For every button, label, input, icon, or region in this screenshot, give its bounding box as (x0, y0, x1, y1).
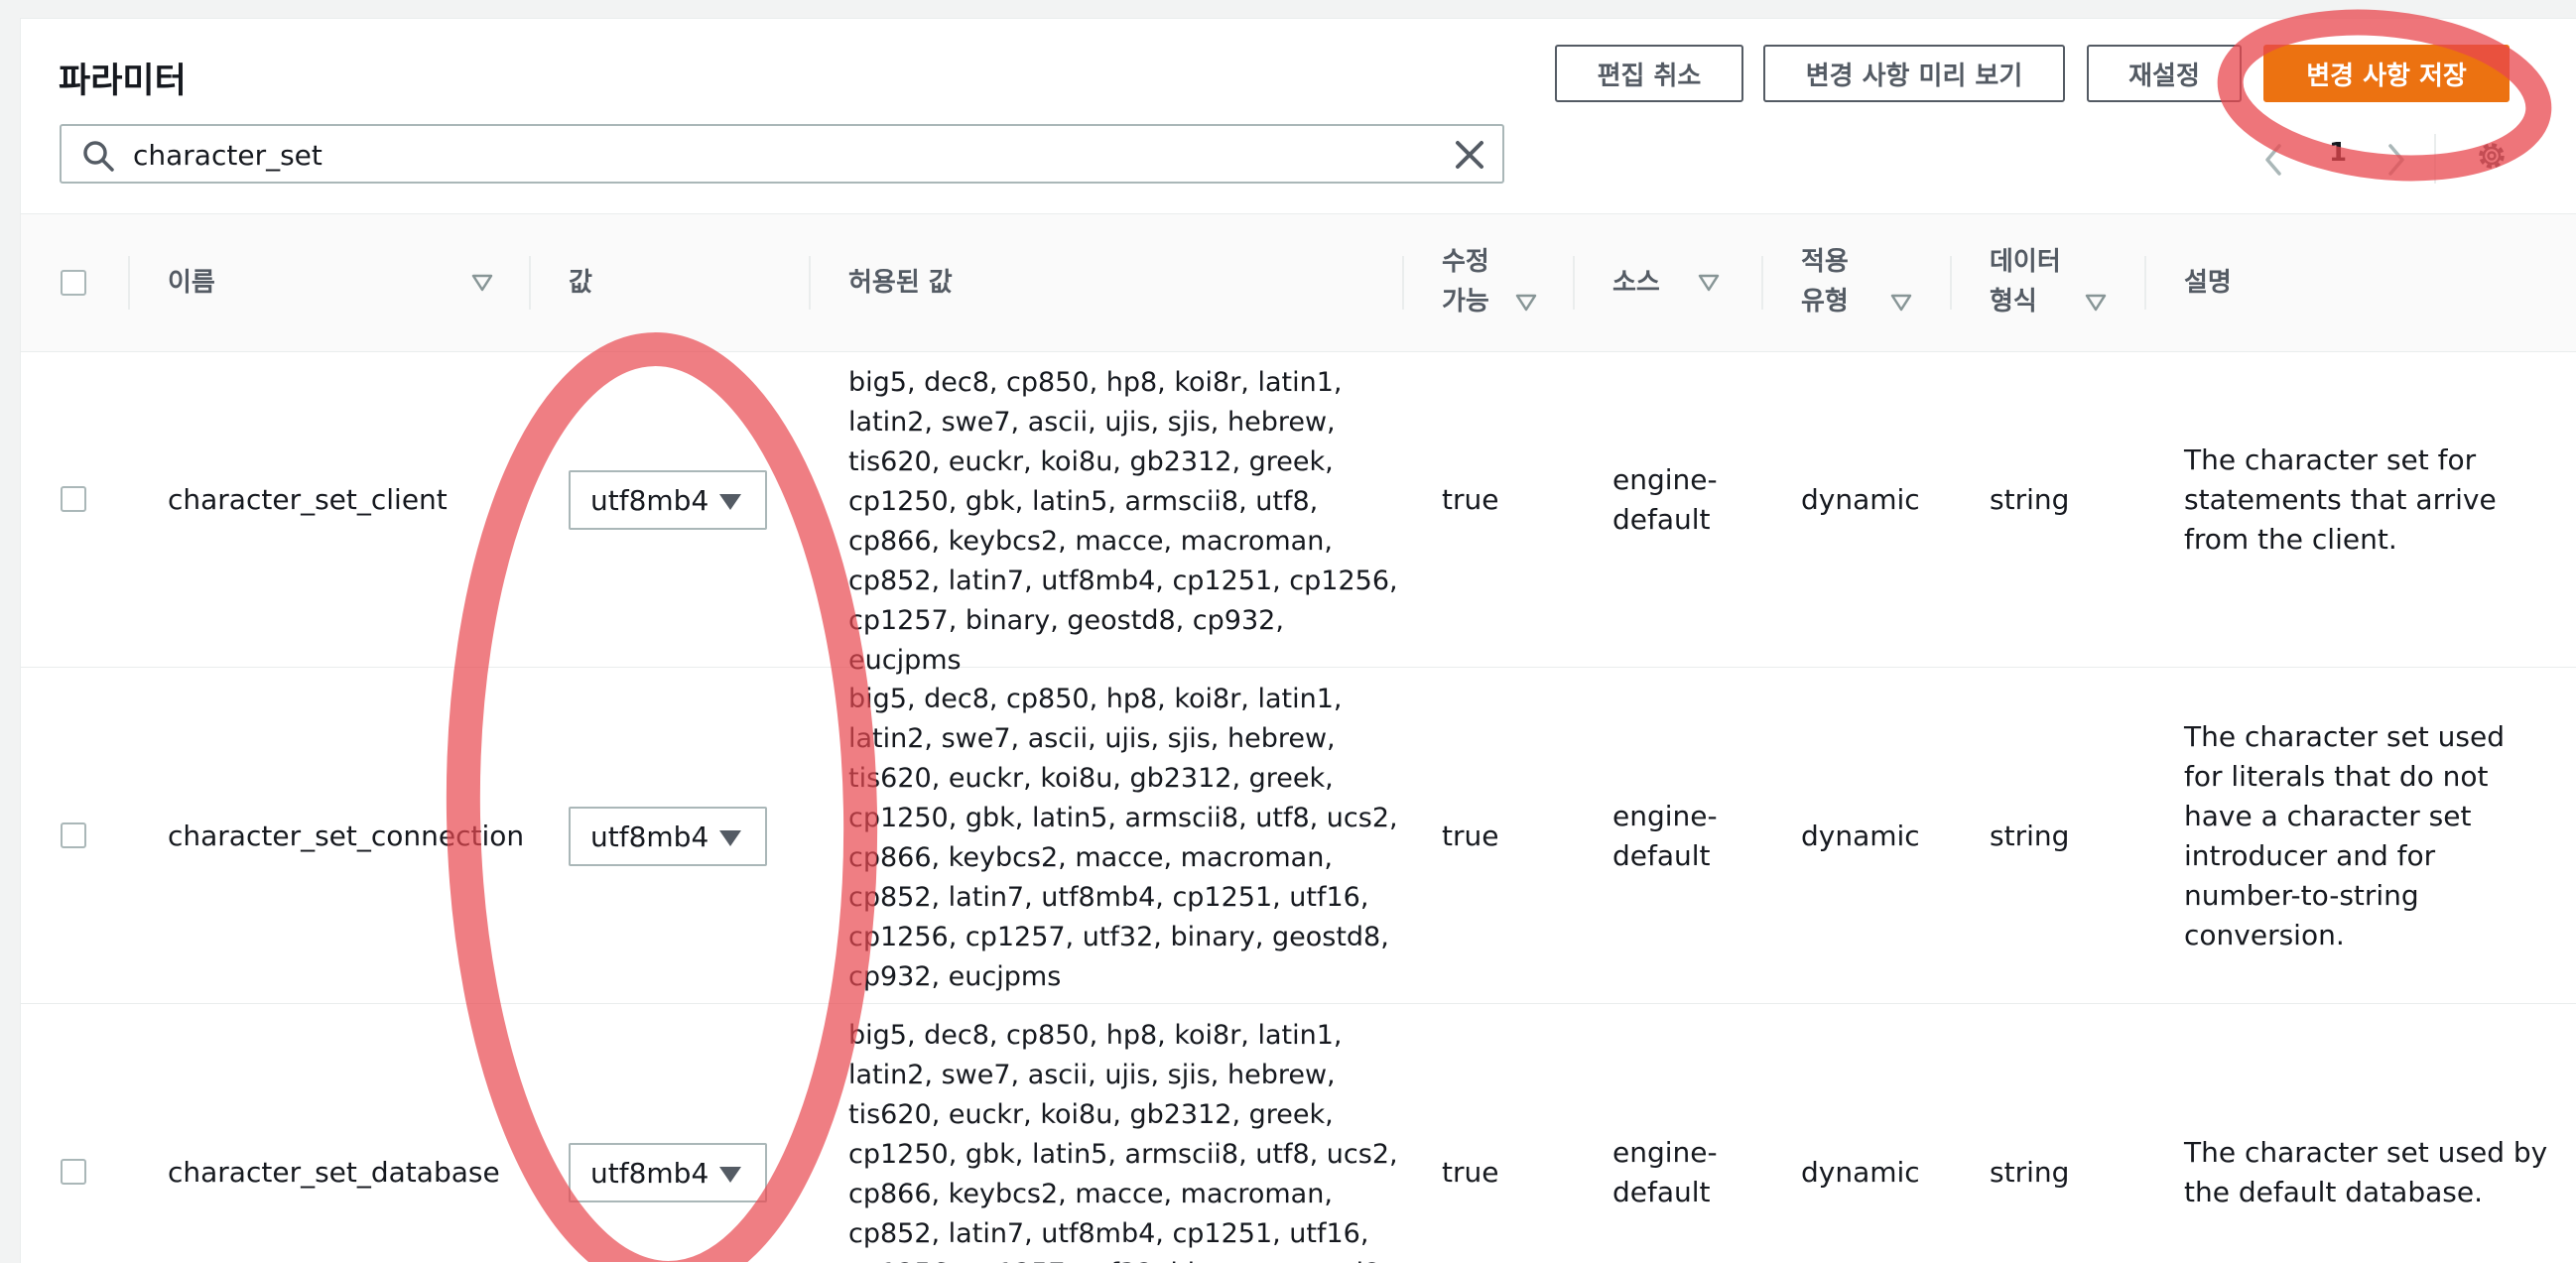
parameter-name: character_set_client (168, 483, 448, 516)
sort-icon[interactable] (2085, 294, 2107, 312)
row-checkbox[interactable] (61, 1159, 86, 1185)
description-text: The character set used by the default da… (2184, 1136, 2548, 1208)
table-row: character_set_client utf8mb4 big5, dec8,… (21, 351, 2576, 676)
select-all-checkbox[interactable] (61, 270, 86, 296)
preview-changes-button[interactable]: 변경 사항 미리 보기 (1763, 45, 2065, 102)
chevron-left-icon[interactable] (2263, 142, 2283, 178)
data-type-value: string (1990, 820, 2070, 852)
search-icon (83, 141, 114, 172)
table-row: character_set_connection utf8mb4 big5, d… (21, 668, 2576, 1004)
column-header-value: 값 (569, 268, 592, 298)
dropdown-caret-icon (719, 1167, 741, 1183)
sort-icon[interactable] (1698, 274, 1720, 292)
value-select-text: utf8mb4 (590, 483, 709, 517)
row-checkbox[interactable] (61, 822, 86, 848)
column-divider (1402, 256, 1404, 310)
sort-icon[interactable] (1890, 294, 1912, 312)
description-text: The character set used for literals that… (2184, 720, 2505, 951)
column-header-name[interactable]: 이름 (168, 263, 215, 303)
value-select-text: utf8mb4 (590, 820, 709, 853)
value-select[interactable]: utf8mb4 (569, 807, 767, 866)
page-title: 파라미터 (59, 62, 187, 101)
apply-type-value: dynamic (1801, 1156, 1920, 1189)
column-header-modifiable-line1[interactable]: 수정 (1442, 242, 1489, 282)
dropdown-caret-icon (719, 494, 741, 510)
column-divider (2144, 256, 2146, 310)
column-header-data-type-line1[interactable]: 데이터 (1990, 242, 2061, 282)
column-divider (809, 256, 811, 310)
apply-type-value: dynamic (1801, 820, 1920, 852)
page-number[interactable]: 1 (2329, 138, 2347, 168)
search-field (60, 124, 1504, 184)
source-value-line1: engine- (1612, 800, 1718, 832)
row-checkbox[interactable] (61, 486, 86, 512)
column-divider (1950, 256, 1952, 310)
parameter-name: character_set_database (168, 1156, 500, 1189)
modifiable-value: true (1442, 1156, 1499, 1189)
search-input[interactable] (131, 130, 1405, 180)
source-value-line2: default (1612, 503, 1711, 536)
reset-button[interactable]: 재설정 (2087, 45, 2242, 102)
dropdown-caret-icon (719, 830, 741, 846)
description-text: The character set for statements that ar… (2184, 443, 2497, 556)
cancel-edit-button[interactable]: 편집 취소 (1555, 45, 1743, 102)
value-select[interactable]: utf8mb4 (569, 470, 767, 530)
clear-icon[interactable] (1453, 138, 1486, 172)
allowed-values: big5, dec8, cp850, hp8, koi8r, latin1, l… (848, 367, 1398, 676)
save-changes-button[interactable]: 변경 사항 저장 (2263, 45, 2510, 102)
modifiable-value: true (1442, 820, 1499, 852)
column-divider (529, 256, 531, 310)
source-value-line1: engine- (1612, 463, 1718, 496)
column-header-description: 설명 (2184, 268, 2232, 298)
column-header-data-type-line2[interactable]: 형식 (1990, 282, 2037, 321)
source-value-line2: default (1612, 1176, 1711, 1208)
column-header-source[interactable]: 소스 (1612, 263, 1660, 303)
parameters-panel: 파라미터 편집 취소 변경 사항 미리 보기 재설정 변경 사항 저장 1 이름… (20, 18, 2576, 1263)
column-divider (1761, 256, 1763, 310)
allowed-values: big5, dec8, cp850, hp8, koi8r, latin1, l… (848, 1020, 1398, 1263)
allowed-values: big5, dec8, cp850, hp8, koi8r, latin1, l… (848, 684, 1398, 992)
parameter-name: character_set_connection (168, 820, 525, 852)
value-select-text: utf8mb4 (590, 1156, 709, 1190)
data-type-value: string (1990, 483, 2070, 516)
apply-type-value: dynamic (1801, 483, 1920, 516)
column-divider (1573, 256, 1575, 310)
column-header-allowed-values: 허용된 값 (848, 268, 953, 298)
modifiable-value: true (1442, 483, 1499, 516)
table-header: 이름 값 허용된 값 수정 가능 소스 적용 유형 데이터 형식 설명 (21, 213, 2576, 352)
column-header-modifiable-line2[interactable]: 가능 (1442, 282, 1489, 321)
column-divider (128, 256, 130, 310)
column-header-apply-type-line2[interactable]: 유형 (1801, 282, 1849, 321)
table-row: character_set_database utf8mb4 big5, dec… (21, 1004, 2576, 1263)
source-value-line1: engine- (1612, 1136, 1718, 1169)
source-value-line2: default (1612, 839, 1711, 872)
value-select[interactable]: utf8mb4 (569, 1143, 767, 1202)
data-type-value: string (1990, 1156, 2070, 1189)
pager-divider (2434, 134, 2436, 184)
sort-icon[interactable] (471, 274, 493, 292)
chevron-right-icon[interactable] (2386, 142, 2406, 178)
sort-icon[interactable] (1515, 294, 1537, 312)
settings-icon[interactable] (2474, 138, 2510, 174)
column-header-apply-type-line1[interactable]: 적용 (1801, 242, 1849, 282)
